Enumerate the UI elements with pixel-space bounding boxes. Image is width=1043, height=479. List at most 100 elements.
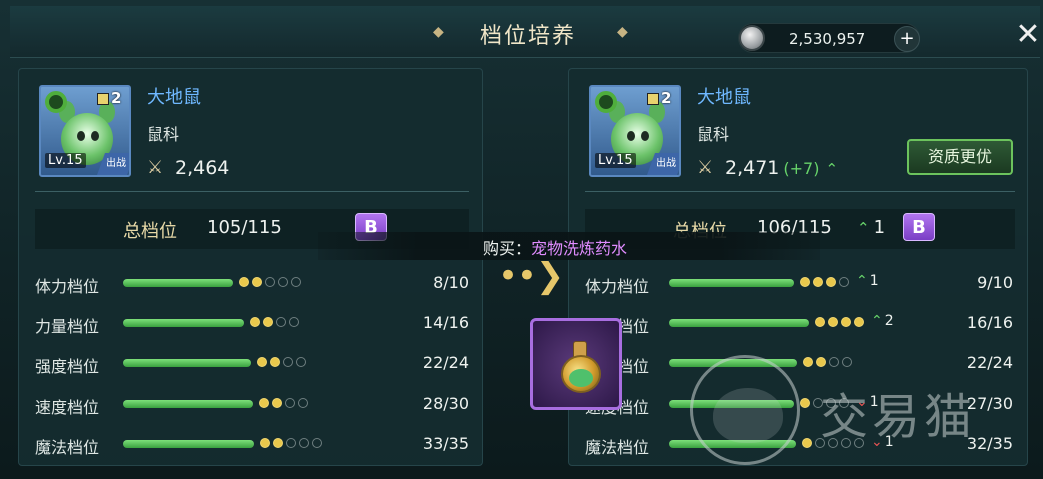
- star-dot-icon: [841, 317, 851, 327]
- stat-label: 强度档位: [35, 357, 100, 376]
- title-bar: ◆ 档位培养 ◆ 2,530,957 + ✕: [10, 6, 1043, 58]
- crossed-swords-icon: ⚔: [147, 157, 164, 178]
- star-dot-icon: [273, 438, 283, 448]
- stat-progress-bar: [123, 319, 244, 327]
- pet-portrait[interactable]: 2 Lv.15 出战: [39, 85, 131, 177]
- divider: [35, 191, 469, 192]
- double-up-arrow-icon: ⌃: [856, 273, 868, 289]
- double-up-arrow-icon: ⌃: [871, 313, 883, 329]
- star-dot-icon: [854, 317, 864, 327]
- total-grade-value: 105/115: [207, 217, 282, 238]
- star-dot-icon: [286, 438, 296, 448]
- stat-dots: [260, 438, 322, 450]
- add-currency-button[interactable]: +: [894, 26, 920, 52]
- star-dot-icon: [278, 277, 288, 287]
- stat-value: 14/16: [422, 313, 469, 332]
- potion-item-slot[interactable]: [530, 318, 622, 410]
- stat-value: 28/30: [422, 394, 469, 413]
- combat-power: 2,464: [175, 157, 230, 179]
- double-up-arrow-icon: ⌃: [857, 219, 870, 237]
- star-dot-icon: [296, 357, 306, 367]
- stat-label: 体力档位: [585, 277, 650, 296]
- cat-logo-icon: [690, 355, 800, 465]
- watermark-text: 交易猫: [820, 389, 977, 445]
- pet-name: 大地鼠: [697, 87, 751, 108]
- combat-power: 2,471 (+7) ⌃: [725, 157, 839, 179]
- currency-display: 2,530,957 +: [738, 23, 920, 53]
- power-delta: (+7): [783, 159, 820, 178]
- stat-label: 魔法档位: [585, 438, 650, 457]
- stat-row: 速度档位 28/30: [35, 390, 475, 418]
- currency-amount: 2,530,957: [789, 30, 866, 48]
- grade-badge: B: [903, 213, 935, 241]
- star-dot-icon: [259, 398, 269, 408]
- stat-value: 33/35: [422, 434, 469, 453]
- star-dot-icon: [828, 317, 838, 327]
- stat-dots: [239, 277, 301, 289]
- element-ring-icon: [45, 91, 67, 113]
- stat-progress-bar: [123, 279, 233, 287]
- star-dot-icon: [257, 357, 267, 367]
- pet-family: 鼠科: [697, 125, 730, 144]
- stat-row: 体力档位 8/10: [35, 269, 475, 297]
- potion-icon: [555, 339, 603, 395]
- stat-label: 魔法档位: [35, 438, 100, 457]
- star-dot-icon: [260, 438, 270, 448]
- divider: [585, 191, 1015, 192]
- grade-icon: [647, 93, 659, 105]
- stat-row: 魔法档位 33/35: [35, 430, 475, 458]
- stat-row: 力量档位 14/16: [35, 309, 475, 337]
- pet-level: Lv.15: [45, 153, 86, 168]
- arrow-right-icon: • • ❯: [498, 256, 564, 296]
- star-dot-icon: [265, 277, 275, 287]
- star-dot-icon: [270, 357, 280, 367]
- stat-row: 力量档位⌃216/16: [585, 309, 1019, 337]
- silver-coin-icon: [739, 25, 765, 51]
- pet-grade-number: 2: [111, 89, 122, 107]
- pet-portrait[interactable]: 2 Lv.15 出战: [589, 85, 681, 177]
- star-dot-icon: [289, 317, 299, 327]
- training-window: ◆ 档位培养 ◆ 2,530,957 + ✕ 2 Lv.15 出战 大地鼠 鼠科…: [0, 0, 1043, 479]
- star-dot-icon: [276, 317, 286, 327]
- stat-change: ⌃ 2: [871, 313, 894, 329]
- stat-value: 8/10: [433, 273, 469, 292]
- stat-label: 速度档位: [35, 398, 100, 417]
- stat-progress-bar: [669, 279, 794, 287]
- stat-progress-bar: [669, 319, 809, 327]
- stat-progress-bar: [123, 400, 253, 408]
- star-dot-icon: [239, 277, 249, 287]
- pet-eye: [627, 131, 635, 141]
- stat-row: 强度档位 22/24: [35, 349, 475, 377]
- page-title: 档位培养: [480, 24, 577, 49]
- watermark: 交易猫: [690, 355, 1040, 470]
- total-grade-label: 总档位: [123, 221, 177, 242]
- stat-value: 9/10: [977, 273, 1013, 292]
- star-dot-icon: [800, 277, 810, 287]
- star-dot-icon: [839, 277, 849, 287]
- title-ornament-right-icon: ◆: [617, 24, 628, 40]
- pet-eye: [641, 131, 649, 141]
- stat-dots: [800, 277, 849, 289]
- purchase-banner[interactable]: 购买：宠物洗炼药水: [318, 232, 820, 260]
- stat-dots: [815, 317, 864, 329]
- pet-name: 大地鼠: [147, 87, 201, 108]
- star-dot-icon: [312, 438, 322, 448]
- star-dot-icon: [250, 317, 260, 327]
- star-dot-icon: [252, 277, 262, 287]
- pet-level: Lv.15: [595, 153, 636, 168]
- star-dot-icon: [285, 398, 295, 408]
- stat-dots: [259, 398, 308, 410]
- total-grade-change: ⌃ 1: [857, 217, 886, 238]
- stat-dots: [250, 317, 299, 329]
- stat-label: 力量档位: [35, 317, 100, 336]
- close-button[interactable]: ✕: [1013, 20, 1043, 50]
- pet-eye: [77, 131, 85, 141]
- double-up-arrow-icon: ⌃: [825, 160, 839, 178]
- star-dot-icon: [272, 398, 282, 408]
- star-dot-icon: [291, 277, 301, 287]
- star-dot-icon: [298, 398, 308, 408]
- better-aptitude-button[interactable]: 资质更优: [907, 139, 1013, 175]
- star-dot-icon: [813, 277, 823, 287]
- star-dot-icon: [283, 357, 293, 367]
- stat-value: 16/16: [966, 313, 1013, 332]
